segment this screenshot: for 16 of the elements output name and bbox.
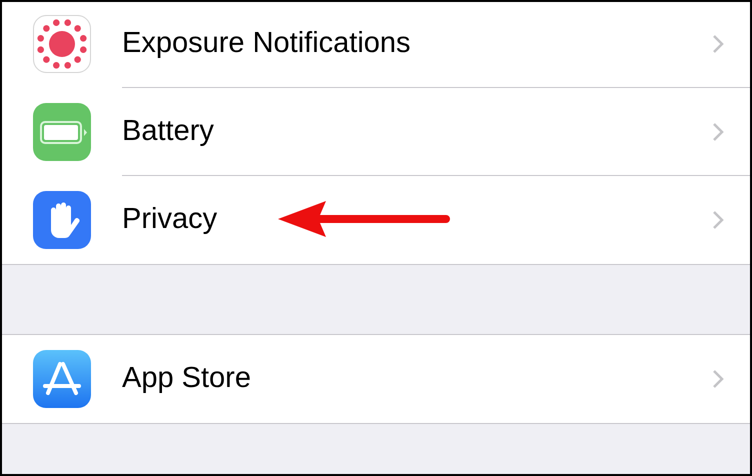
settings-row[interactable]: Battery (2, 88, 750, 176)
chevron-icon (712, 210, 724, 230)
chevron-icon (712, 34, 724, 54)
row-label: App Store (122, 361, 252, 396)
sun-icon (33, 15, 91, 73)
settings-row[interactable]: App Store (2, 335, 750, 423)
app-store-icon (33, 350, 91, 408)
row-label: Battery (122, 114, 215, 149)
chevron-icon (712, 369, 724, 389)
row-label: Exposure Notifications (122, 26, 412, 61)
settings-row[interactable]: Exposure Notifications (2, 2, 750, 88)
row-label: Privacy (122, 202, 218, 238)
chevron-icon (712, 122, 724, 142)
settings-row[interactable]: Privacy (2, 176, 750, 264)
hand-icon (33, 191, 91, 249)
battery-icon (33, 103, 91, 161)
